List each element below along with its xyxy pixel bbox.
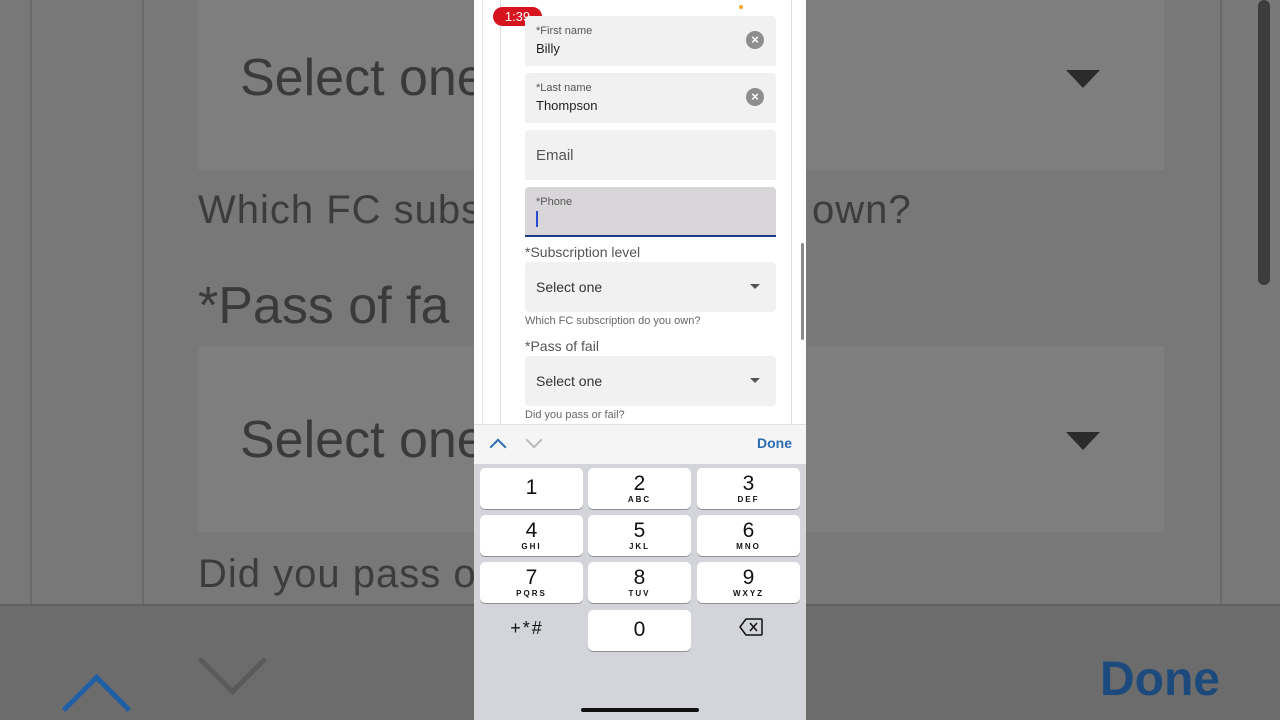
bg-frame-line (30, 0, 32, 604)
key-letters: ABC (627, 495, 652, 504)
bg-select-text: Select one (240, 49, 486, 107)
last-name-value: Thompson (536, 98, 598, 113)
key-letters: JKL (628, 542, 651, 551)
clear-icon[interactable]: × (746, 88, 764, 106)
bg-done-label: Done (1100, 653, 1220, 706)
bg-helper-text: Which FC subs (198, 188, 483, 232)
bg-scrollbar (1258, 0, 1270, 285)
key-3[interactable]: 3 DEF (697, 468, 800, 509)
subscription-helper: Which FC subscription do you own? (525, 315, 701, 327)
pass-fail-select[interactable]: Select one (525, 356, 776, 406)
previous-field-chevron-up-icon[interactable] (489, 438, 507, 456)
key-7[interactable]: 7 PQRS (480, 562, 583, 603)
last-name-field[interactable]: *Last name Thompson × (525, 73, 776, 123)
key-6[interactable]: 6 MNO (697, 515, 800, 556)
subscription-selected: Select one (536, 279, 603, 295)
dropdown-arrow-icon (750, 284, 760, 289)
key-letters: DEF (737, 495, 760, 504)
phone-screen: 1:39 *First name Billy × *Last name Thom… (474, 0, 806, 720)
phone-field[interactable]: *Phone (525, 187, 776, 237)
backspace-icon[interactable] (736, 618, 766, 642)
scroll-indicator[interactable] (801, 243, 804, 340)
key-5[interactable]: 5 JKL (588, 515, 691, 556)
key-number: 1 (525, 476, 538, 499)
next-field-chevron-down-icon[interactable] (525, 431, 543, 449)
form-area: 1:39 *First name Billy × *Last name Thom… (474, 0, 806, 424)
text-cursor (536, 211, 538, 227)
bg-frame-line (1220, 0, 1222, 604)
pass-fail-label: *Pass of fail (525, 338, 599, 354)
key-0[interactable]: 0 (588, 610, 691, 651)
key-2[interactable]: 2 ABC (588, 468, 691, 509)
first-name-value: Billy (536, 41, 560, 56)
bg-frame-line (142, 0, 144, 604)
bg-section-label: *Pass of fa (198, 277, 450, 335)
key-9[interactable]: 9 WXYZ (697, 562, 800, 603)
key-number: 5 (633, 519, 646, 542)
bg-dropdown-arrow (1066, 70, 1100, 88)
first-name-label: *First name (536, 25, 593, 37)
subscription-select[interactable]: Select one (525, 262, 776, 312)
key-number: 2 (633, 472, 646, 495)
home-indicator[interactable] (581, 708, 699, 712)
email-field[interactable]: Email (525, 130, 776, 180)
email-placeholder: Email (536, 147, 574, 164)
clear-icon[interactable]: × (746, 31, 764, 49)
key-4[interactable]: 4 GHI (480, 515, 583, 556)
symbols-key[interactable]: +*# (492, 618, 562, 639)
backspace-icon-graphic (739, 618, 763, 636)
key-letters: WXYZ (732, 589, 765, 598)
dropdown-arrow-icon (750, 378, 760, 383)
bg-helper-text-tail: own? (812, 188, 912, 232)
key-number: 6 (742, 519, 755, 542)
pass-fail-helper: Did you pass or fail? (525, 409, 625, 421)
key-number: 8 (633, 566, 646, 589)
phone-label: *Phone (536, 196, 573, 208)
numeric-keypad: 1 2 ABC 3 DEF 4 GHI 5 JKL 6 MNO 7 PQRS 8 TUV 9W… (474, 464, 806, 720)
bg-select-text: Select one (240, 411, 486, 469)
key-letters: TUV (628, 589, 651, 598)
pass-fail-selected: Select one (536, 373, 603, 389)
bg-dropdown-arrow (1066, 432, 1100, 450)
keyboard-accessory-bar: Done (474, 424, 806, 465)
key-1[interactable]: 1 (480, 468, 583, 509)
last-name-label: *Last name (536, 82, 592, 94)
key-number: 7 (525, 566, 538, 589)
key-number: 4 (525, 519, 538, 542)
key-number: 0 (633, 618, 646, 641)
bg-helper-text: Did you pass o (198, 552, 477, 596)
done-button[interactable]: Done (757, 435, 792, 451)
first-name-field[interactable]: *First name Billy × (525, 16, 776, 66)
key-letters: GHI (521, 542, 542, 551)
key-number: 9 (742, 566, 755, 589)
privacy-indicator-dot (739, 5, 743, 9)
key-8[interactable]: 8 TUV (588, 562, 691, 603)
key-letters: PQRS (516, 589, 547, 598)
subscription-label: *Subscription level (525, 244, 641, 260)
key-letters: MNO (736, 542, 761, 551)
key-number: 3 (742, 472, 755, 495)
